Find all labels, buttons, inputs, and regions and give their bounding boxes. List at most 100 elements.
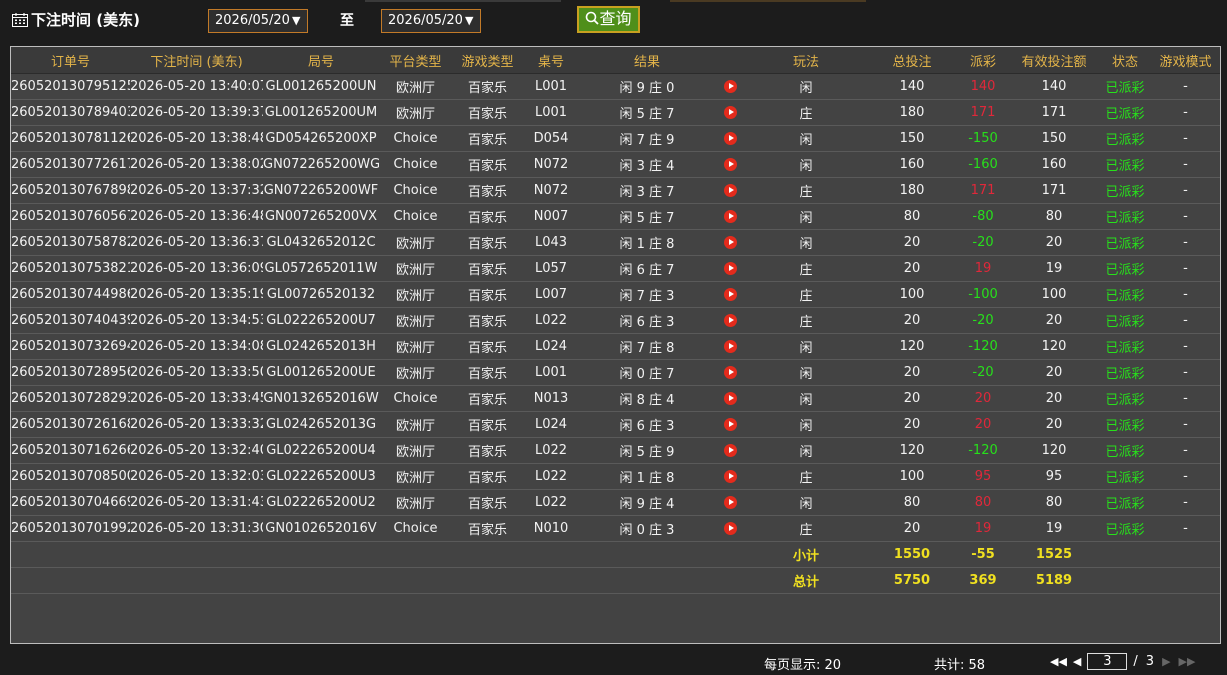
query-button[interactable]: 查询 — [577, 6, 640, 33]
cell-table-number: N007 — [523, 203, 579, 230]
cell-bet-option: 闲 — [745, 73, 867, 100]
table-row: 260520130760567 2026-05-20 13:36:48 GN0072… — [11, 203, 1220, 230]
cell-valid-bet: 20 — [1009, 229, 1099, 256]
cell-status: 已派彩 — [1099, 463, 1151, 490]
bet-time-filter-label: 下注时间 (美东) — [12, 9, 140, 30]
cell-total-bet: 20 — [867, 255, 957, 282]
table-row: 260520130758782 2026-05-20 13:36:37 GL0432… — [11, 229, 1220, 256]
play-icon[interactable] — [723, 158, 737, 171]
date-to-select[interactable]: 2026/05/20 ▼ — [381, 9, 481, 33]
replay-cell — [715, 125, 745, 152]
cell-result: 闲 8 庄 4 — [579, 385, 715, 412]
cell-payout: 171 — [957, 99, 1009, 126]
play-icon[interactable] — [723, 418, 737, 431]
dropdown-caret-icon: ▼ — [464, 14, 474, 27]
cell-platform-type: Choice — [379, 125, 452, 152]
play-icon[interactable] — [723, 470, 737, 483]
cell-valid-bet: 20 — [1009, 359, 1099, 386]
last-page-icon[interactable]: ▶▶ — [1179, 655, 1196, 668]
table-row: 260520130716266 2026-05-20 13:32:40 GL0222… — [11, 437, 1220, 464]
cell-bet-time: 2026-05-20 13:33:32 — [130, 411, 263, 438]
cell-order-number: 260520130701992 — [11, 515, 130, 542]
cell-table-number: N072 — [523, 177, 579, 204]
cell-total-bet: 20 — [867, 411, 957, 438]
col-valid-bet: 有效投注额 — [1009, 47, 1099, 74]
play-icon[interactable] — [723, 184, 737, 197]
cell-bet-option: 庄 — [745, 515, 867, 542]
prev-page-icon[interactable]: ◀ — [1073, 655, 1081, 668]
query-button-label: 查询 — [599, 9, 632, 28]
replay-cell — [715, 255, 745, 282]
cell-game-type: 百家乐 — [452, 151, 523, 178]
cell-game-mode: - — [1151, 151, 1220, 178]
cell-bet-option: 庄 — [745, 177, 867, 204]
cell-payout: -120 — [957, 333, 1009, 360]
cell-result: 闲 0 庄 7 — [579, 359, 715, 386]
col-status: 状态 — [1099, 47, 1151, 74]
date-from-select[interactable]: 2026/05/20 ▼ — [208, 9, 308, 33]
pagination-nav: ◀◀ ◀ / 3 ▶ ▶▶ — [1050, 653, 1195, 670]
play-icon[interactable] — [723, 314, 737, 327]
play-icon[interactable] — [723, 262, 737, 275]
cell-game-mode: - — [1151, 177, 1220, 204]
play-icon[interactable] — [723, 392, 737, 405]
cell-status: 已派彩 — [1099, 333, 1151, 360]
table-row: 260520130781126 2026-05-20 13:38:48 GD0542… — [11, 125, 1220, 152]
cell-total-bet: 20 — [867, 515, 957, 542]
cell-table-number: L057 — [523, 255, 579, 282]
cell-table-number: L022 — [523, 307, 579, 334]
cell-bet-time: 2026-05-20 13:38:02 — [130, 151, 263, 178]
cell-bet-time: 2026-05-20 13:40:07 — [130, 73, 263, 100]
cell-valid-bet: 80 — [1009, 203, 1099, 230]
play-icon[interactable] — [723, 132, 737, 145]
cell-status: 已派彩 — [1099, 515, 1151, 542]
play-icon[interactable] — [723, 106, 737, 119]
cell-result: 闲 5 庄 7 — [579, 203, 715, 230]
cell-result: 闲 6 庄 7 — [579, 255, 715, 282]
play-icon[interactable] — [723, 210, 737, 223]
bet-records-table-container: 订单号 下注时间 (美东) 局号 平台类型 游戏类型 桌号 结果 玩法 总投注 … — [10, 46, 1221, 644]
cell-valid-bet: 150 — [1009, 125, 1099, 152]
replay-cell — [715, 307, 745, 334]
cell-payout: -20 — [957, 359, 1009, 386]
play-icon[interactable] — [723, 444, 737, 457]
play-icon[interactable] — [723, 288, 737, 301]
cell-order-number: 260520130744986 — [11, 281, 130, 308]
cell-round-number: GL001265200UE — [263, 359, 379, 386]
cell-platform-type: 欧洲厅 — [379, 307, 452, 334]
table-row: 260520130701992 2026-05-20 13:31:30 GN0102… — [11, 515, 1220, 542]
table-row: 260520130772617 2026-05-20 13:38:02 GN0722… — [11, 151, 1220, 178]
total-count-label: 共计: 58 — [934, 658, 986, 673]
replay-cell — [715, 151, 745, 178]
cell-platform-type: Choice — [379, 203, 452, 230]
col-payout: 派彩 — [957, 47, 1009, 74]
current-page-input[interactable] — [1087, 653, 1128, 670]
first-page-icon[interactable]: ◀◀ — [1050, 655, 1067, 668]
play-icon[interactable] — [723, 236, 737, 249]
cell-game-mode: - — [1151, 73, 1220, 100]
cell-valid-bet: 120 — [1009, 333, 1099, 360]
play-icon[interactable] — [723, 340, 737, 353]
play-icon[interactable] — [723, 522, 737, 535]
page-title: 下注时间 (美东) — [31, 11, 140, 29]
play-icon[interactable] — [723, 496, 737, 509]
grandtotal-row: 总计 5750 369 5189 — [11, 567, 1220, 594]
cell-game-type: 百家乐 — [452, 177, 523, 204]
cell-game-mode: - — [1151, 307, 1220, 334]
cell-platform-type: 欧洲厅 — [379, 411, 452, 438]
play-icon[interactable] — [723, 80, 737, 93]
cell-table-number: N072 — [523, 151, 579, 178]
cell-table-number: L001 — [523, 99, 579, 126]
cell-total-bet: 20 — [867, 229, 957, 256]
cell-status: 已派彩 — [1099, 99, 1151, 126]
cell-total-bet: 100 — [867, 463, 957, 490]
cell-round-number: GN072265200WF — [263, 177, 379, 204]
cell-status: 已派彩 — [1099, 73, 1151, 100]
cell-game-type: 百家乐 — [452, 307, 523, 334]
col-game-type: 游戏类型 — [452, 47, 523, 74]
next-page-icon[interactable]: ▶ — [1162, 655, 1170, 668]
col-bet-option: 玩法 — [745, 47, 867, 74]
replay-cell — [715, 437, 745, 464]
cell-total-bet: 80 — [867, 203, 957, 230]
play-icon[interactable] — [723, 366, 737, 379]
